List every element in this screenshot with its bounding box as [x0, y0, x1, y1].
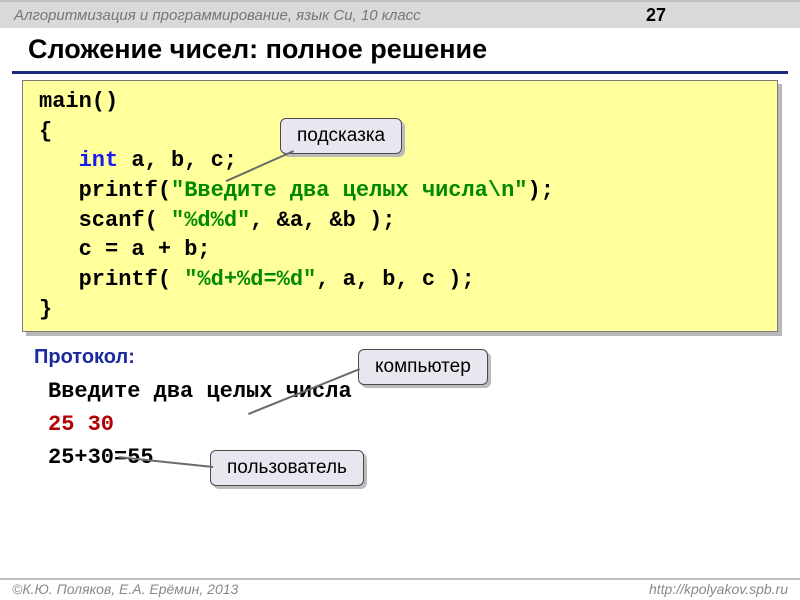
code-line: printf("Введите два целых числа\n"); — [39, 178, 554, 203]
code-block: main() { int a, b, c; printf("Введите дв… — [22, 80, 778, 332]
footer-bar: ©К.Ю. Поляков, Е.А. Ерёмин, 2013 http://… — [0, 578, 800, 600]
protocol-user-input: 25 30 — [48, 412, 114, 437]
code-line: int a, b, c; — [39, 148, 237, 173]
callout-user: пользователь — [210, 450, 364, 486]
code-line: } — [39, 297, 52, 322]
protocol-block: Введите два целых числа 25 30 25+30=55 — [48, 375, 800, 474]
code-line: scanf( "%d%d", &a, &b ); — [39, 208, 395, 233]
protocol-result: 25+30=55 — [48, 445, 154, 470]
footer-authors: ©К.Ю. Поляков, Е.А. Ерёмин, 2013 — [12, 581, 238, 597]
title-rule — [12, 71, 788, 74]
course-title: Алгоритмизация и программирование, язык … — [14, 7, 421, 24]
footer-url: http://kpolyakov.spb.ru — [649, 581, 788, 597]
callout-hint: подсказка — [280, 118, 402, 154]
code-line: printf( "%d+%d=%d", a, b, c ); — [39, 267, 475, 292]
code-line: { — [39, 119, 52, 144]
code-line: main() — [39, 89, 118, 114]
callout-computer: компьютер — [358, 349, 488, 385]
slide-title: Сложение чисел: полное решение — [0, 28, 800, 71]
code-line: c = a + b; — [39, 237, 211, 262]
page-number: 27 — [646, 5, 666, 26]
header-bar: Алгоритмизация и программирование, язык … — [0, 0, 800, 28]
